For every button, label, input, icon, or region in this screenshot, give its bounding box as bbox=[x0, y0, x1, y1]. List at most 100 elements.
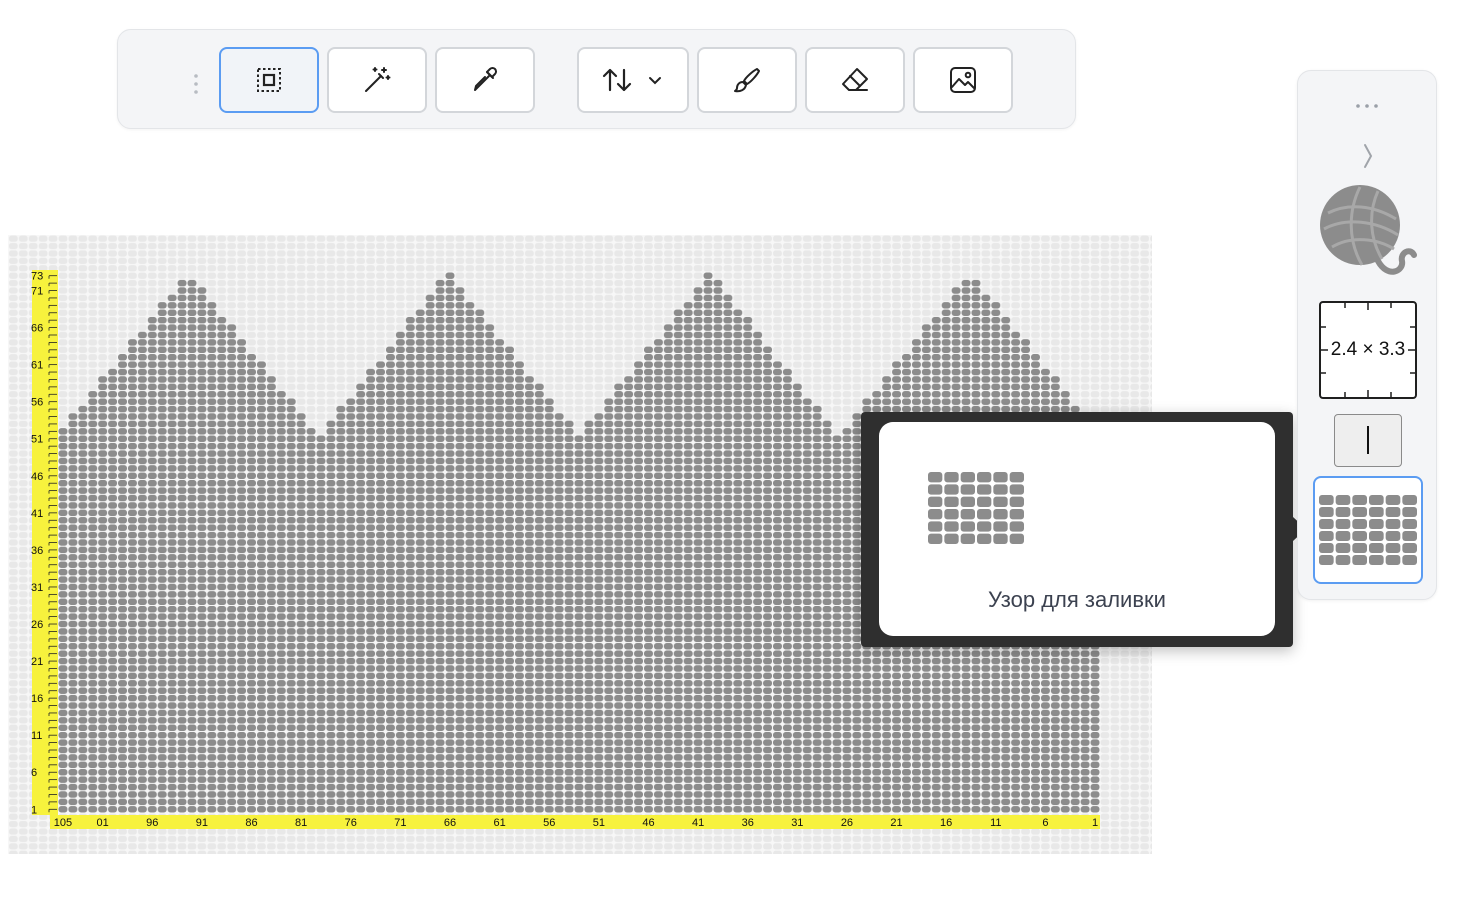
pattern-cell bbox=[1385, 543, 1401, 553]
side-panel: 2.4 × 3.3 bbox=[1297, 70, 1437, 600]
row-label: 56 bbox=[31, 397, 43, 409]
yarn-ball-icon[interactable] bbox=[1318, 183, 1418, 287]
fill-pattern-icon bbox=[1319, 495, 1417, 565]
pattern-cell bbox=[993, 521, 1008, 532]
eraser-tool-button[interactable] bbox=[805, 47, 905, 113]
pattern-cell bbox=[1352, 531, 1367, 541]
row-label: 66 bbox=[31, 323, 43, 335]
pattern-cell bbox=[960, 521, 975, 532]
pattern-cell bbox=[1319, 531, 1334, 541]
more-horizontal-icon[interactable] bbox=[1352, 97, 1382, 115]
pattern-cell bbox=[960, 484, 975, 495]
select-tool-button[interactable] bbox=[219, 47, 319, 113]
pattern-cell bbox=[928, 472, 943, 483]
stitch-column bbox=[633, 360, 644, 813]
image-icon bbox=[950, 67, 976, 93]
pattern-cell bbox=[944, 472, 959, 483]
pattern-cell bbox=[928, 521, 943, 532]
stitch-column bbox=[117, 353, 128, 813]
stitch-column bbox=[206, 301, 217, 813]
drag-handle-icon[interactable] bbox=[188, 72, 204, 96]
row-label: 73 bbox=[31, 271, 43, 283]
stitch-column bbox=[643, 346, 654, 813]
pattern-cell bbox=[977, 472, 992, 483]
direction-dropdown[interactable] bbox=[577, 47, 689, 113]
stitch-column bbox=[564, 420, 575, 813]
stitch-column bbox=[325, 420, 336, 813]
stitch-column bbox=[524, 375, 535, 813]
stitch-column bbox=[623, 375, 634, 813]
stitch-column bbox=[147, 316, 158, 813]
pattern-cell bbox=[1009, 509, 1024, 520]
eyedropper-tool-button[interactable] bbox=[435, 47, 535, 113]
stitch-column bbox=[256, 360, 267, 813]
column-label: 96 bbox=[146, 817, 158, 829]
pattern-cell bbox=[977, 521, 992, 532]
stitch-column bbox=[445, 272, 455, 813]
stitch-column bbox=[345, 397, 356, 813]
pattern-cell bbox=[1009, 472, 1024, 483]
stitch-column bbox=[375, 360, 386, 813]
pattern-cell bbox=[1369, 555, 1384, 565]
row-label: 11 bbox=[31, 730, 42, 742]
stitch-column bbox=[355, 383, 366, 813]
pattern-cell bbox=[1385, 507, 1401, 517]
pattern-cell bbox=[1369, 519, 1384, 529]
column-label: 66 bbox=[444, 817, 456, 829]
pattern-cell bbox=[928, 496, 943, 507]
column-label: 76 bbox=[345, 817, 357, 829]
stitch-column bbox=[58, 427, 68, 813]
row-label: 36 bbox=[31, 545, 43, 557]
pattern-cell bbox=[1402, 495, 1417, 505]
stitch-type-button[interactable] bbox=[1334, 414, 1402, 467]
fill-pattern-button[interactable] bbox=[1313, 476, 1423, 584]
pattern-cell bbox=[1009, 521, 1024, 532]
stitch-column bbox=[236, 338, 247, 813]
pattern-cell bbox=[1402, 555, 1417, 565]
gauge-button[interactable]: 2.4 × 3.3 bbox=[1319, 301, 1417, 399]
pattern-cell bbox=[960, 496, 975, 507]
fill-pattern-icon bbox=[928, 472, 1024, 544]
stitch-column bbox=[385, 346, 396, 813]
pattern-cell bbox=[1319, 543, 1334, 553]
stitch-column bbox=[772, 360, 783, 813]
stitch-column bbox=[683, 301, 694, 813]
chevron-right-icon[interactable] bbox=[1358, 141, 1378, 171]
select-icon bbox=[257, 68, 281, 92]
pattern-cell bbox=[1385, 495, 1401, 505]
pattern-cell bbox=[993, 533, 1008, 544]
pattern-cell bbox=[1369, 543, 1384, 553]
pattern-cell bbox=[1009, 533, 1024, 544]
image-tool-button[interactable] bbox=[913, 47, 1013, 113]
pattern-cell bbox=[960, 472, 975, 483]
column-label: 41 bbox=[692, 817, 704, 829]
magic-wand-tool-button[interactable] bbox=[327, 47, 427, 113]
row-label: 6 bbox=[31, 767, 37, 779]
pattern-cell bbox=[944, 484, 959, 495]
column-label: 26 bbox=[841, 817, 853, 829]
pattern-cell bbox=[993, 472, 1008, 483]
brush-tool-button[interactable] bbox=[697, 47, 797, 113]
eraser-icon bbox=[842, 68, 868, 91]
column-label: 01 bbox=[97, 817, 109, 829]
stitch-column bbox=[306, 427, 317, 813]
column-label: 46 bbox=[642, 817, 654, 829]
stitch-column bbox=[832, 435, 842, 813]
swap-vertical-icon bbox=[602, 68, 632, 92]
row-label: 21 bbox=[31, 656, 43, 668]
stitch-column bbox=[316, 435, 326, 813]
column-label: 56 bbox=[543, 817, 555, 829]
pattern-cell bbox=[1352, 519, 1367, 529]
stitch-column bbox=[534, 383, 545, 813]
stitch-column bbox=[196, 286, 207, 814]
stitch-column bbox=[157, 301, 168, 813]
stitch-column bbox=[365, 368, 376, 813]
stitch-column bbox=[663, 323, 674, 813]
pattern-cell bbox=[1402, 507, 1417, 517]
stitch-column bbox=[77, 405, 88, 813]
pattern-cell bbox=[944, 521, 959, 532]
pattern-cell bbox=[1369, 495, 1384, 505]
stitch-column bbox=[216, 316, 227, 813]
stitch-column bbox=[226, 323, 237, 813]
stitch-column bbox=[464, 301, 475, 813]
